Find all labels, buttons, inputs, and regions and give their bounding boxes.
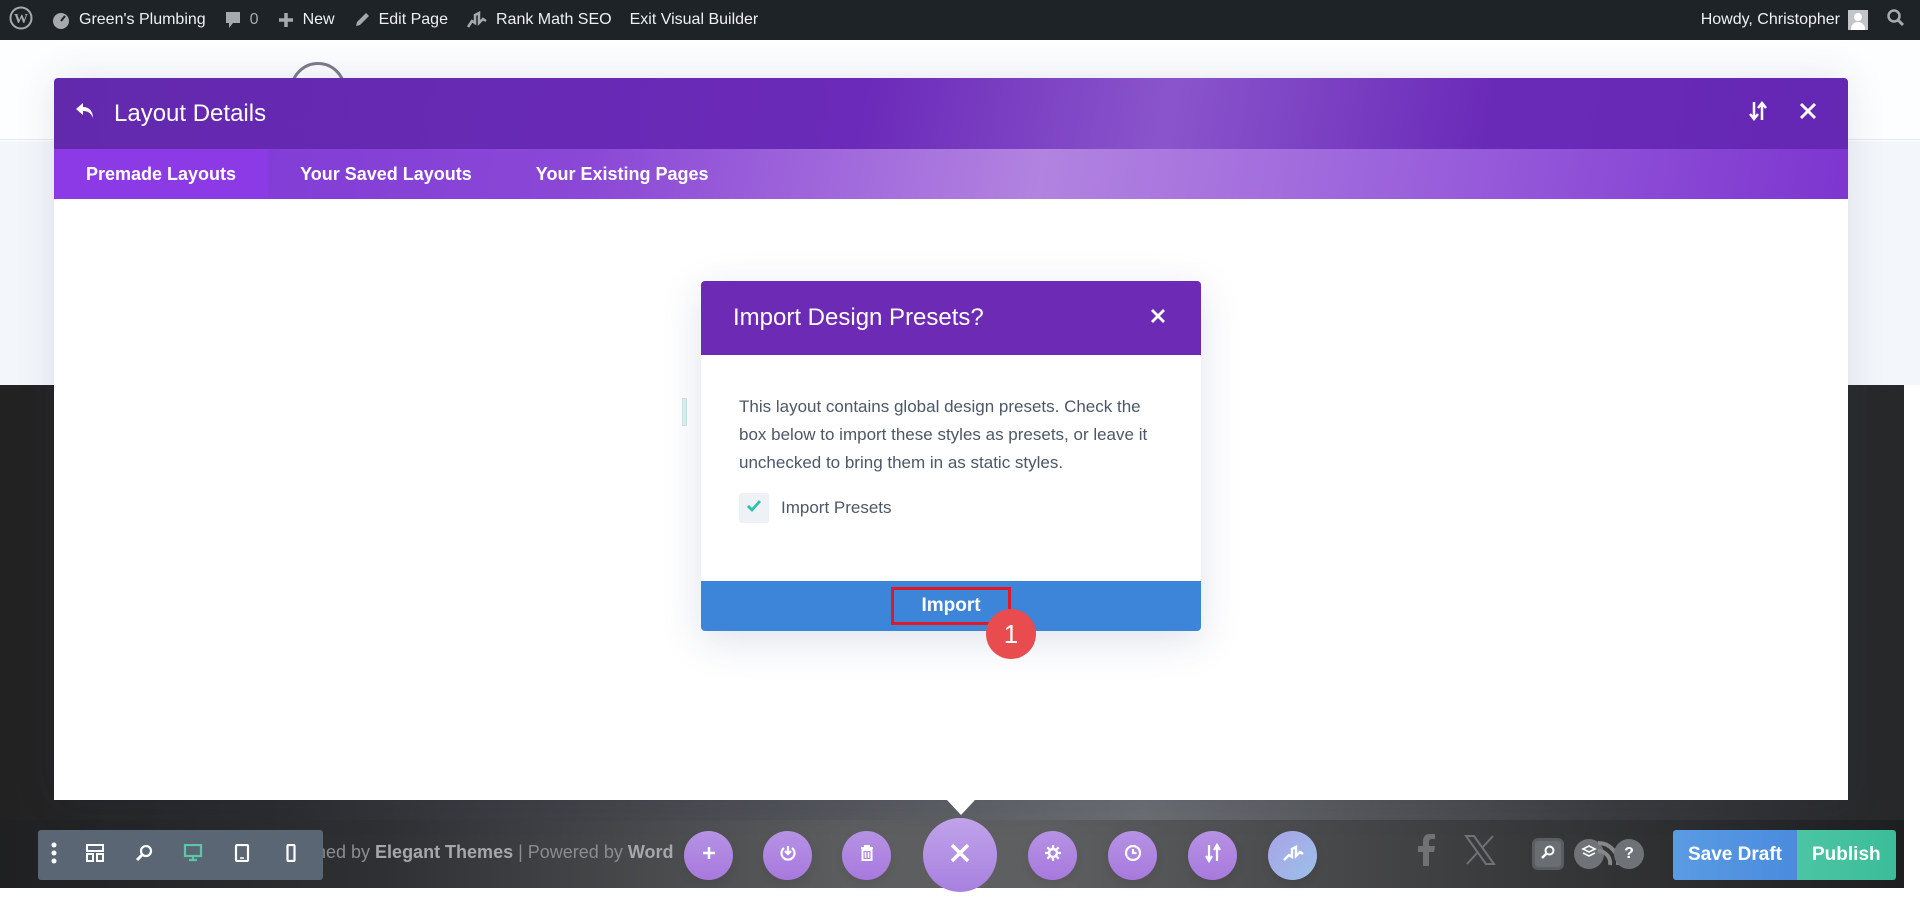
pencil-icon (353, 11, 371, 29)
new-content-link[interactable]: New (268, 0, 344, 40)
tab-premade-layouts[interactable]: Premade Layouts (54, 149, 269, 199)
wordpress-logo-button[interactable]: W (0, 0, 42, 40)
settings-icon (1044, 844, 1062, 867)
tab-your-existing-pages[interactable]: Your Existing Pages (504, 149, 741, 199)
tablet-icon (234, 843, 250, 867)
admin-search-button[interactable] (1877, 0, 1920, 40)
find-replace-button[interactable] (1532, 838, 1564, 870)
import-presets-option: Import Presets (739, 493, 1163, 523)
help-icon: ? (1624, 845, 1634, 862)
sort-button[interactable] (1744, 100, 1772, 128)
desktop-icon (183, 843, 203, 867)
sort-arrows-icon (1748, 100, 1768, 127)
import-presets-label: Import Presets (781, 498, 892, 517)
close-modal-button[interactable] (1794, 100, 1822, 128)
edit-page-link[interactable]: Edit Page (344, 0, 457, 40)
rank-math-icon (1282, 844, 1304, 867)
tablet-view-button[interactable] (217, 830, 266, 880)
layers-icon (1581, 844, 1597, 865)
more-options-icon (51, 842, 57, 869)
greeting: Howdy, Christopher (1700, 11, 1840, 28)
page-settings-menu-button[interactable] (38, 830, 70, 880)
wireframe-icon (85, 843, 104, 867)
comments-count: 0 (249, 11, 259, 28)
footer-separator: | Powered by (513, 842, 628, 862)
import-presets-checkbox[interactable] (739, 493, 769, 523)
zoom-view-button[interactable] (119, 830, 168, 880)
tab-your-saved-layouts[interactable]: Your Saved Layouts (268, 149, 504, 199)
sort-button[interactable] (1188, 831, 1237, 880)
import-dialog-close-button[interactable] (1147, 307, 1169, 329)
right-tool-buttons: ? (1532, 838, 1644, 870)
close-icon (1150, 308, 1166, 329)
back-button[interactable] (72, 101, 98, 127)
layout-modal-header: Layout Details (54, 78, 1848, 149)
page-settings-button[interactable] (1028, 831, 1077, 880)
save-publish-group: Save Draft Publish (1673, 830, 1896, 880)
x-twitter-icon[interactable] (1464, 834, 1496, 871)
comment-icon (224, 10, 242, 30)
new-label: New (302, 11, 335, 28)
clear-layout-button[interactable] (842, 831, 891, 880)
save-draft-button[interactable]: Save Draft (1673, 830, 1797, 880)
wp-admin-bar: W Green's Plumbing 0 New Edit Page Rank … (0, 0, 1920, 40)
history-icon (1124, 844, 1142, 867)
add-icon (702, 846, 716, 865)
publish-button[interactable]: Publish (1797, 830, 1896, 880)
phone-view-button[interactable] (266, 830, 315, 880)
portability-icon (779, 844, 797, 867)
back-arrow-icon (74, 102, 96, 125)
rank-math-link[interactable]: Rank Math SEO (457, 0, 621, 40)
search-icon (1886, 8, 1906, 33)
view-mode-bar (38, 830, 323, 880)
search-icon (1540, 844, 1556, 865)
social-icons (1416, 834, 1496, 871)
import-presets-dialog: Import Design Presets? This layout conta… (701, 281, 1201, 631)
layout-modal-title: Layout Details (114, 99, 267, 127)
site-name-link[interactable]: Green's Plumbing (42, 0, 215, 40)
rank-math-label: Rank Math SEO (495, 11, 612, 28)
import-dialog-body: This layout contains global design prese… (701, 355, 1201, 523)
wireframe-view-button[interactable] (70, 830, 119, 880)
exit-visual-builder-link[interactable]: Exit Visual Builder (621, 0, 768, 40)
wordpress-logo-icon: W (9, 6, 33, 35)
checkmark-icon (746, 499, 762, 518)
rank-math-button[interactable] (1268, 831, 1317, 880)
zoom-icon (135, 844, 153, 867)
site-name: Green's Plumbing (79, 11, 206, 28)
phone-icon (285, 843, 296, 867)
desktop-view-button[interactable] (168, 830, 217, 880)
sort-icon (1204, 842, 1222, 868)
exit-visual-builder-label: Exit Visual Builder (629, 11, 759, 28)
rank-math-icon (466, 11, 488, 29)
close-icon (1799, 102, 1817, 125)
dashboard-icon (51, 10, 71, 30)
footer-credit: ned by Elegant Themes | Powered by Word (316, 842, 674, 863)
step-number-badge: 1 (986, 609, 1036, 659)
close-builder-menu-button[interactable] (923, 818, 997, 892)
facebook-icon[interactable] (1416, 834, 1436, 871)
import-dialog-description: This layout contains global design prese… (739, 397, 1148, 472)
layout-tabs: Premade Layouts Your Saved Layouts Your … (54, 149, 1848, 199)
import-dialog-header: Import Design Presets? (701, 281, 1201, 355)
loading-indicator (682, 398, 687, 426)
footer-brand-link[interactable]: Elegant Themes (375, 842, 513, 862)
add-button[interactable] (684, 831, 733, 880)
history-button[interactable] (1108, 831, 1157, 880)
import-dialog-title: Import Design Presets? (733, 304, 984, 331)
edit-page-label: Edit Page (378, 11, 448, 28)
footer-platform-link[interactable]: Word (628, 842, 674, 862)
tooltip-arrow (947, 800, 975, 815)
close-icon (949, 842, 971, 869)
my-account-link[interactable]: Howdy, Christopher (1692, 0, 1877, 40)
portability-button[interactable] (763, 831, 812, 880)
import-dialog-footer: Import (701, 581, 1201, 631)
plus-icon (277, 11, 295, 29)
trash-icon (860, 845, 874, 866)
comments-link[interactable]: 0 (215, 0, 268, 40)
footer-prefix: ned by (316, 842, 376, 862)
help-button[interactable]: ? (1614, 839, 1644, 869)
avatar (1848, 10, 1868, 30)
svg-text:W: W (14, 12, 28, 27)
